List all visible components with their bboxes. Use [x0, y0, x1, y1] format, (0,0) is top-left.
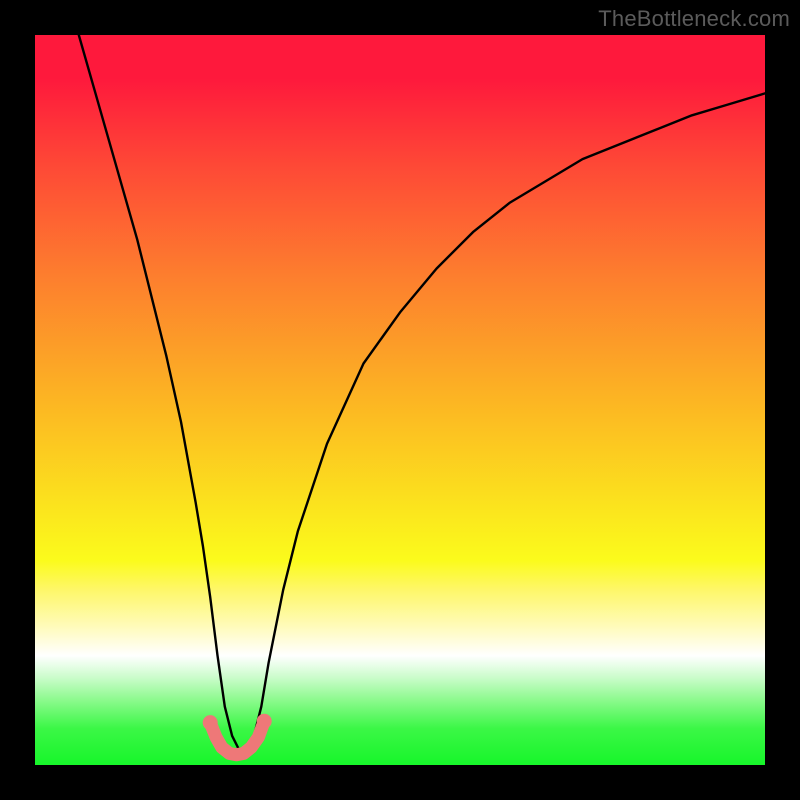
- chart-container: TheBottleneck.com: [0, 0, 800, 800]
- highlight-tip: [203, 714, 272, 755]
- bottleneck-curve: [79, 35, 765, 750]
- chart-svg: [35, 35, 765, 765]
- attribution-label: TheBottleneck.com: [598, 6, 790, 32]
- plot-area: [35, 35, 765, 765]
